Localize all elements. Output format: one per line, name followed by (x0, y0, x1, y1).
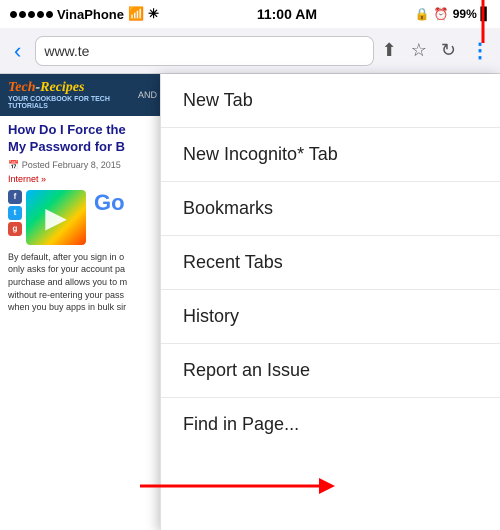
bookmark-icon[interactable]: ☆ (411, 40, 427, 61)
menu-item-bookmarks[interactable]: Bookmarks (161, 182, 500, 236)
reload-icon[interactable]: ↻ (441, 40, 456, 61)
site-logo-area: Tech-Recipes YOUR COOKBOOK FOR TECH TUTO… (8, 80, 138, 110)
play-store-logo: ▶ (26, 190, 86, 245)
twitter-icon[interactable]: t (8, 206, 22, 220)
activity-icon: ✳ (148, 6, 159, 22)
address-bar[interactable]: www.te (35, 36, 373, 66)
alarm-icon: ⏰ (434, 7, 449, 21)
site-header-right: AND (138, 90, 157, 100)
address-text: www.te (44, 43, 89, 59)
status-left: VinaPhone 📶 ✳ (10, 6, 159, 22)
wifi-icon: 📶 (128, 6, 144, 22)
signal-dot-5 (46, 11, 53, 18)
social-icons: f t g (8, 190, 22, 236)
site-header: Tech-Recipes YOUR COOKBOOK FOR TECH TUTO… (0, 74, 165, 116)
menu-item-report-issue[interactable]: Report an Issue (161, 344, 500, 398)
red-arrow-up (468, 0, 498, 48)
signal-dot-1 (10, 11, 17, 18)
browser-toolbar: ‹ www.te ⬆ ☆ ↻ ⋮ (0, 28, 500, 74)
menu-item-find-in-page[interactable]: Find in Page... (161, 398, 500, 451)
menu-item-recent-tabs[interactable]: Recent Tabs (161, 236, 500, 290)
share-icon[interactable]: ⬆ (382, 40, 397, 61)
site-logo: Tech-Recipes YOUR COOKBOOK FOR TECH TUTO… (8, 80, 138, 110)
menu-item-history[interactable]: History (161, 290, 500, 344)
article-title: How Do I Force the My Password for B (8, 122, 157, 156)
status-time: 11:00 AM (257, 6, 317, 22)
facebook-icon[interactable]: f (8, 190, 22, 204)
dropdown-menu: New Tab New Incognito* Tab Bookmarks Rec… (160, 74, 500, 530)
article-category: Internet » (8, 174, 157, 184)
menu-item-incognito-tab[interactable]: New Incognito* Tab (161, 128, 500, 182)
page-content: Tech-Recipes YOUR COOKBOOK FOR TECH TUTO… (0, 74, 165, 530)
article-body-text: By default, after you sign in o only ask… (8, 251, 157, 314)
signal-dot-2 (19, 11, 26, 18)
site-tagline: YOUR COOKBOOK FOR TECH TUTORIALS (8, 96, 138, 110)
carrier-label: VinaPhone (57, 7, 124, 22)
red-arrow-find-in-page (130, 466, 350, 516)
status-bar: VinaPhone 📶 ✳ 11:00 AM 🔒 ⏰ 99% ▋ (0, 0, 500, 28)
menu-item-new-tab[interactable]: New Tab (161, 74, 500, 128)
signal-dot-3 (28, 11, 35, 18)
signal-dots (10, 11, 53, 18)
article-meta: 📅 Posted February 8, 2015 (8, 160, 157, 171)
googleplus-icon[interactable]: g (8, 222, 22, 236)
article-image-area: f t g ▶ Go (8, 190, 157, 245)
lock-icon: 🔒 (415, 7, 430, 21)
signal-dot-4 (37, 11, 44, 18)
google-text: Go (94, 190, 125, 216)
back-button[interactable]: ‹ (8, 34, 27, 68)
page-body: How Do I Force the My Password for B 📅 P… (0, 116, 165, 320)
